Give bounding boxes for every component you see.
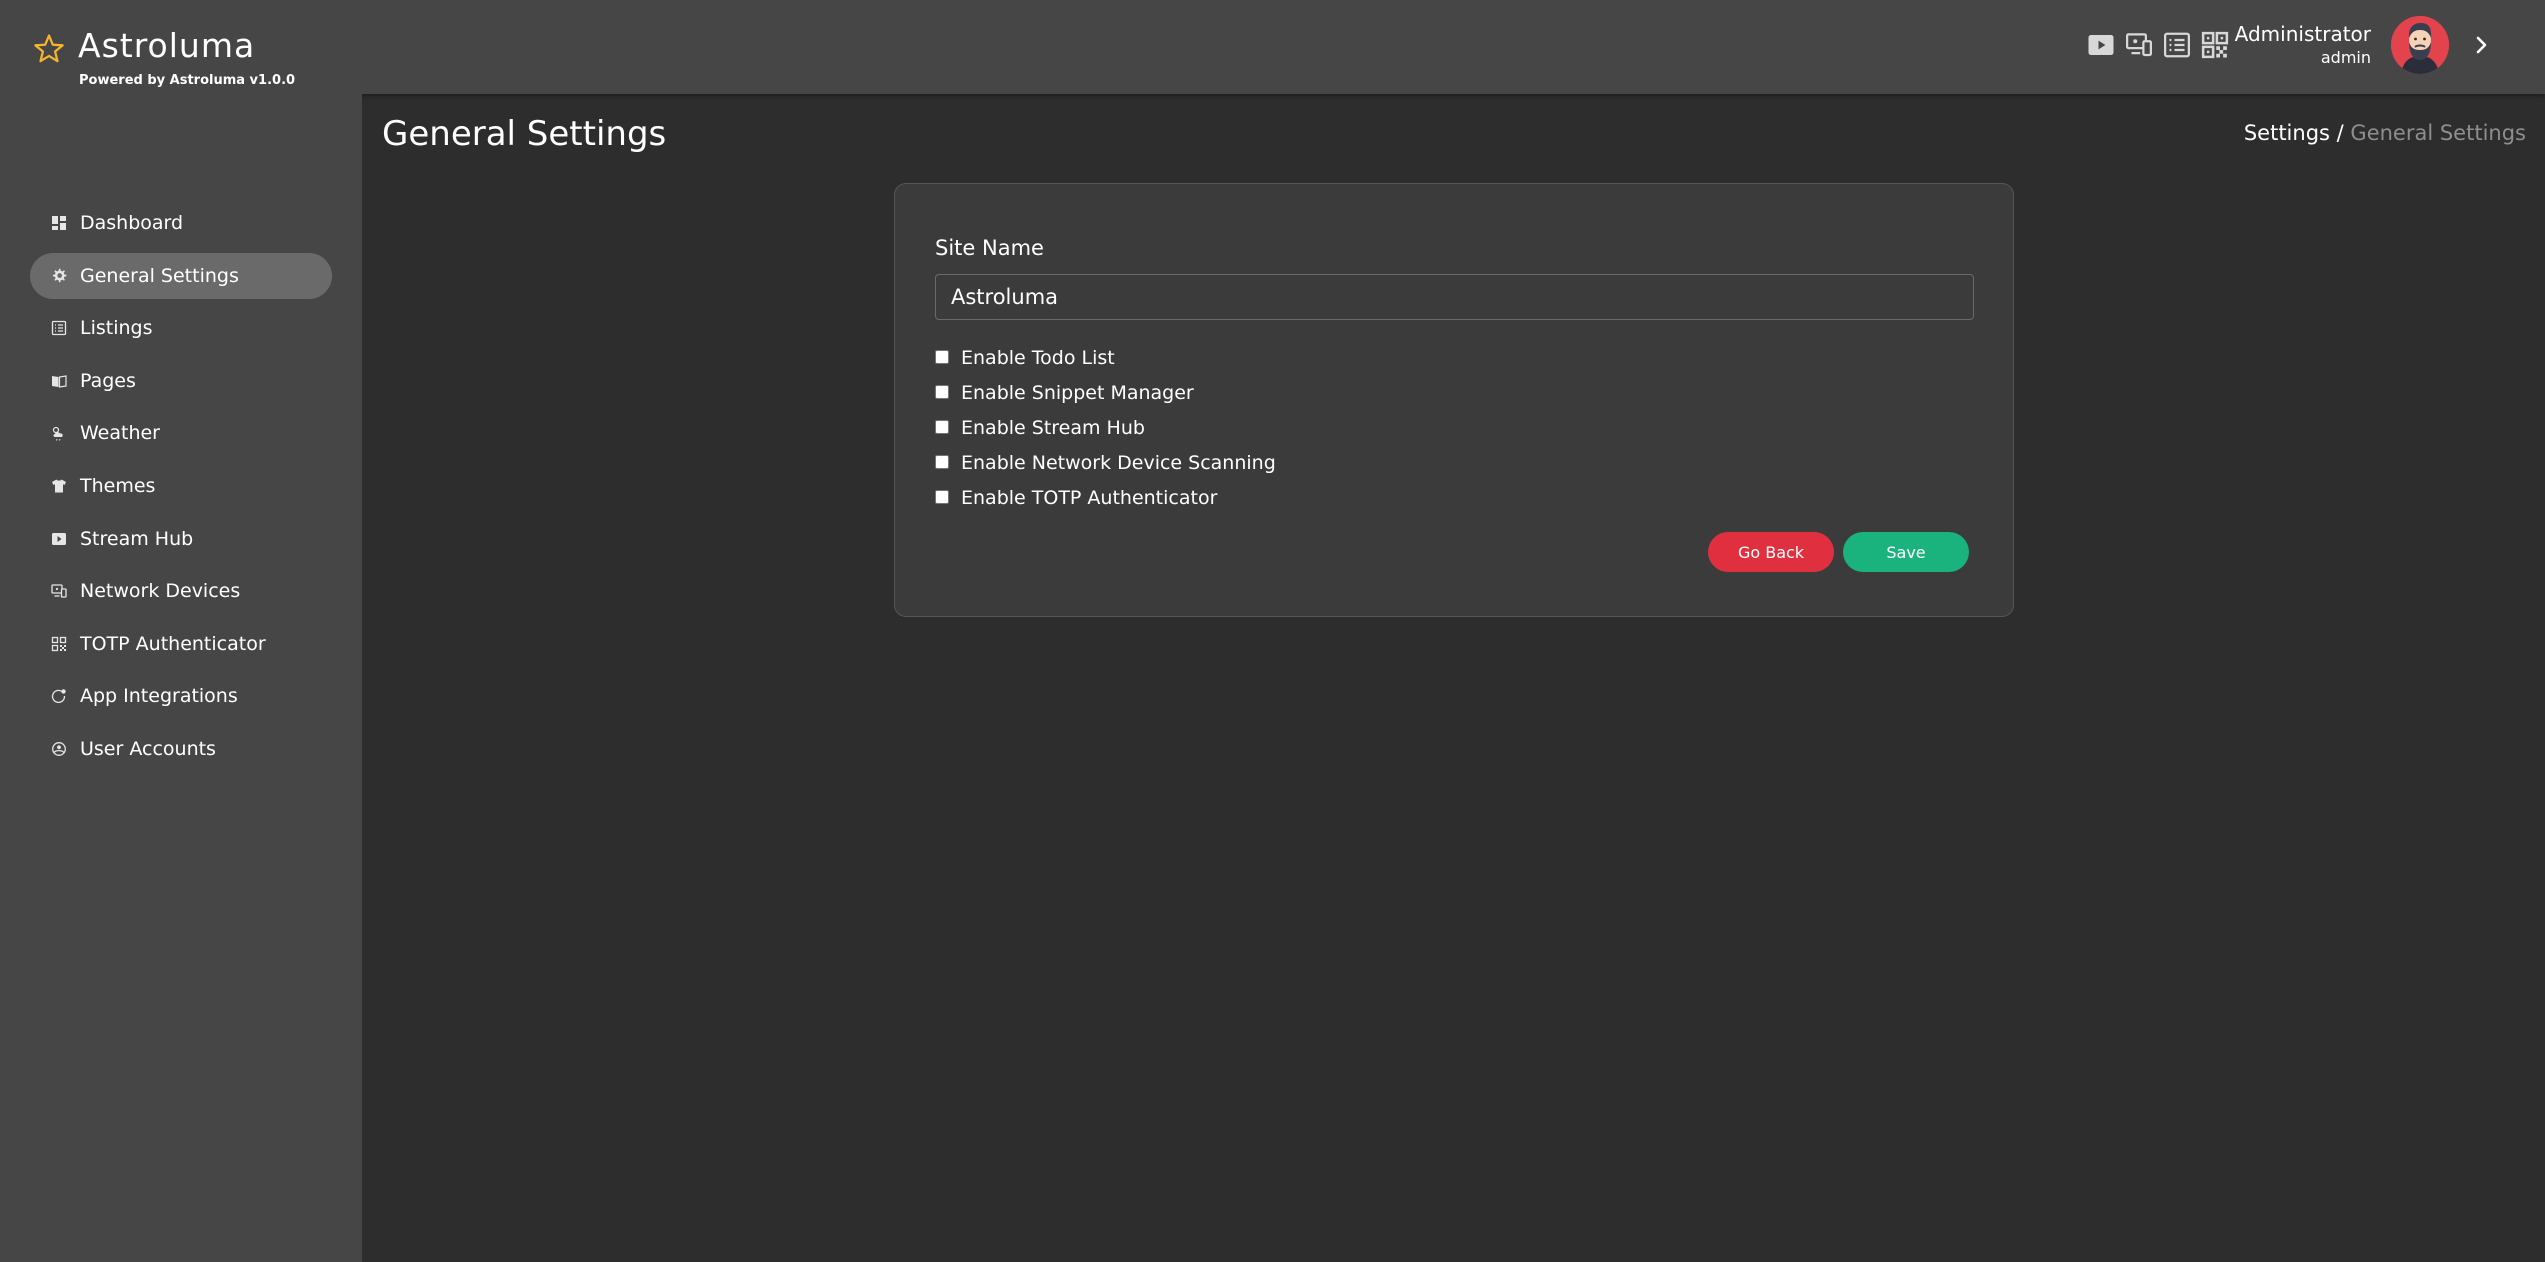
sidebar-item-label: TOTP Authenticator [80, 632, 266, 655]
settings-card: Site Name Enable Todo List Enable Snippe… [894, 183, 2014, 617]
network-devices-icon [50, 582, 68, 600]
sidebar-item-label: Listings [80, 317, 153, 340]
brand-subtitle: Powered by Astroluma v1.0.0 [79, 73, 296, 88]
save-button[interactable]: Save [1843, 532, 1969, 572]
gear-icon [50, 267, 68, 285]
sidebar-item-label: Themes [80, 474, 156, 497]
sidebar-item-weather[interactable]: Weather [30, 410, 332, 456]
sidebar-item-totp-authenticator[interactable]: TOTP Authenticator [30, 621, 332, 667]
dashboard-icon [50, 214, 68, 232]
todo-list-checkbox[interactable] [935, 349, 949, 364]
header-shortcuts [2086, 30, 2230, 62]
sidebar-item-app-integrations[interactable]: App Integrations [30, 673, 332, 719]
user-accounts-icon [50, 740, 68, 758]
site-name-input[interactable] [935, 274, 1974, 320]
network-devices-icon[interactable] [2124, 30, 2154, 60]
checkbox-label: Enable Stream Hub [961, 416, 1145, 439]
sidebar-item-user-accounts[interactable]: User Accounts [30, 726, 332, 772]
totp-authenticator-checkbox[interactable] [935, 489, 949, 504]
sidebar-item-general-settings[interactable]: General Settings [30, 252, 332, 299]
checkbox-label: Enable Todo List [961, 346, 1115, 369]
top-bar: Astroluma Powered by Astroluma v1.0.0 Ad… [0, 0, 2545, 94]
sidebar-item-themes[interactable]: Themes [30, 463, 332, 509]
sidebar-item-label: User Accounts [80, 737, 216, 760]
brand-title: Astroluma [78, 26, 256, 65]
sidebar-item-stream-hub[interactable]: Stream Hub [30, 516, 332, 562]
star-logo-icon [34, 34, 64, 63]
stream-hub-checkbox[interactable] [935, 419, 949, 434]
user-info[interactable]: Administrator admin [2235, 22, 2371, 67]
checkbox-label: Enable TOTP Authenticator [961, 486, 1218, 509]
breadcrumb-settings-link[interactable]: Settings / [2244, 121, 2344, 145]
sidebar-item-pages[interactable]: Pages [30, 358, 332, 404]
checkbox-label: Enable Snippet Manager [961, 381, 1194, 404]
sidebar-item-label: Stream Hub [80, 527, 194, 550]
breadcrumb-current: General Settings [2350, 121, 2526, 145]
user-name: Administrator [2234, 22, 2371, 46]
sidebar-item-listings[interactable]: Listings [30, 305, 332, 351]
weather-icon [50, 424, 68, 442]
page-title: General Settings [382, 114, 667, 154]
network-device-scanning-checkbox[interactable] [935, 454, 949, 469]
snippet-manager-checkbox[interactable] [935, 384, 949, 399]
listings-icon[interactable] [2162, 30, 2192, 60]
todo-list-option[interactable]: Enable Todo List [935, 340, 1276, 375]
stream-hub-icon[interactable] [2086, 30, 2116, 60]
sidebar-item-label: Weather [80, 422, 160, 445]
feature-toggles: Enable Todo List Enable Snippet Manager … [935, 340, 1276, 515]
sidebar-item-label: Dashboard [80, 212, 184, 234]
checkbox-label: Enable Network Device Scanning [961, 451, 1276, 474]
tshirt-icon [50, 477, 68, 495]
stream-hub-option[interactable]: Enable Stream Hub [935, 410, 1276, 445]
pages-icon [50, 372, 68, 390]
totp-qr-icon[interactable] [2200, 30, 2230, 60]
site-name-label: Site Name [935, 236, 1044, 260]
sidebar-item-label: Pages [80, 369, 136, 392]
sidebar-item-label: Network Devices [80, 580, 241, 603]
listings-icon [50, 319, 68, 337]
sidebar: Dashboard General Settings Listings Page… [0, 94, 362, 1262]
breadcrumb: Settings / General Settings [2244, 121, 2526, 145]
network-device-scanning-option[interactable]: Enable Network Device Scanning [935, 445, 1276, 480]
sidebar-item-label: General Settings [80, 264, 239, 287]
sidebar-item-network-devices[interactable]: Network Devices [30, 568, 332, 614]
play-icon [50, 530, 68, 548]
sidebar-nav: Dashboard General Settings Listings Page… [30, 200, 332, 779]
sidebar-item-dashboard[interactable]: Dashboard [30, 200, 332, 246]
avatar[interactable] [2391, 16, 2449, 74]
go-back-button[interactable]: Go Back [1708, 532, 1834, 572]
user-role: admin [2320, 48, 2371, 67]
sidebar-item-label: App Integrations [80, 685, 238, 708]
totp-authenticator-option[interactable]: Enable TOTP Authenticator [935, 480, 1276, 515]
qr-icon [50, 635, 68, 653]
integration-icon [50, 687, 68, 705]
snippet-manager-option[interactable]: Enable Snippet Manager [935, 375, 1276, 410]
chevron-right-icon[interactable] [2470, 30, 2494, 60]
